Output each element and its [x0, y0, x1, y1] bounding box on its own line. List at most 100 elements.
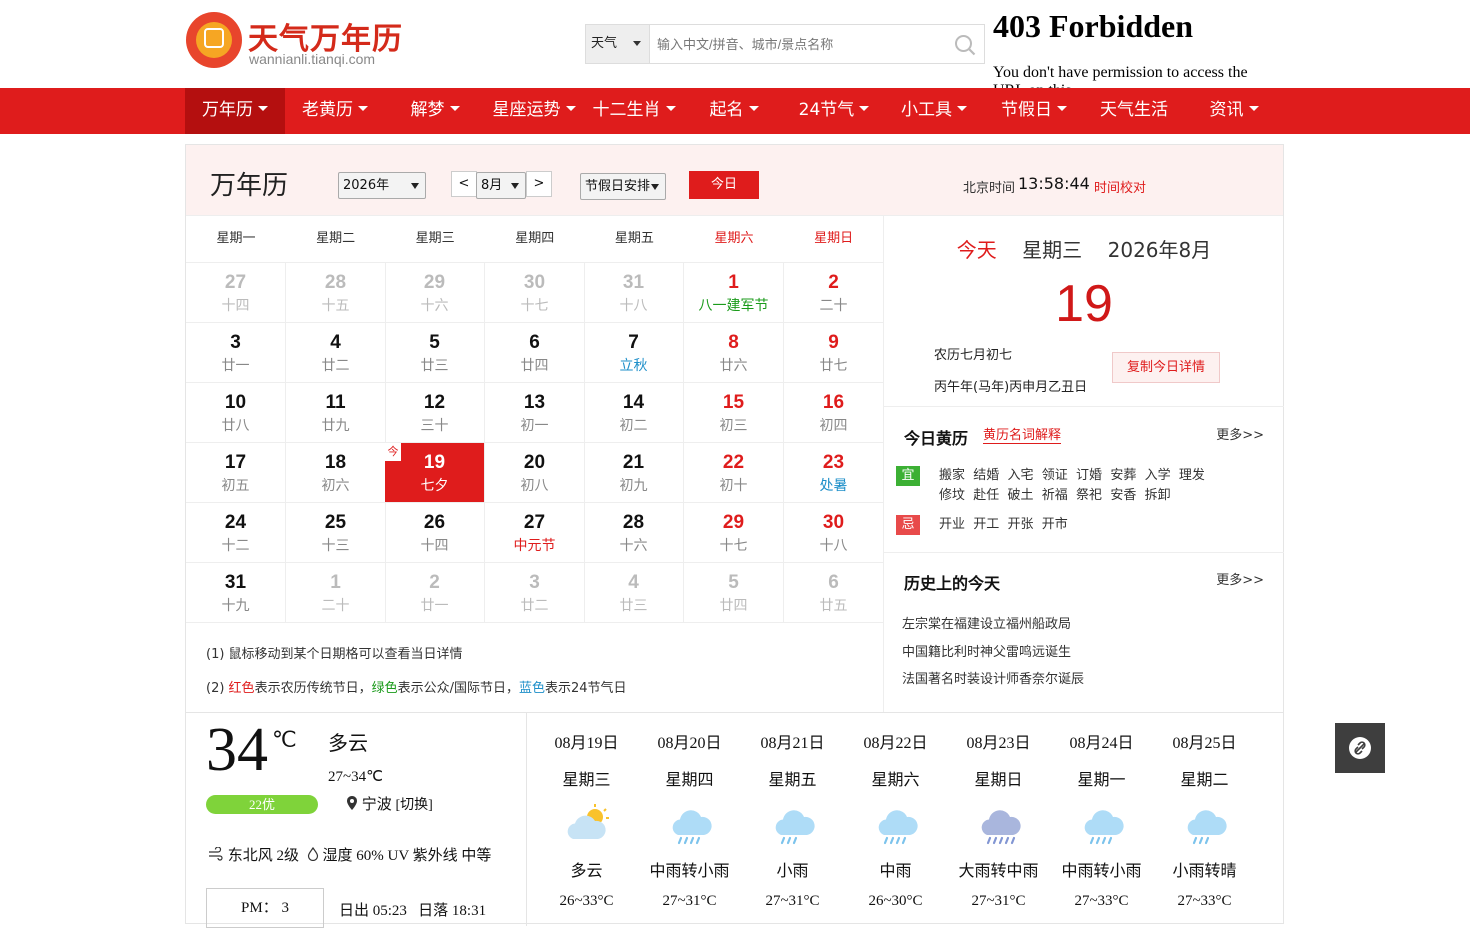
holiday-select[interactable]: 节假日安排: [580, 173, 666, 200]
prev-month-button[interactable]: <: [451, 171, 477, 197]
day-number: 28: [622, 512, 645, 533]
history-item[interactable]: 中国籍比利时神父雷鸣远诞生: [902, 641, 1071, 660]
calendar-day[interactable]: 30 十七: [485, 262, 585, 322]
nav-item[interactable]: 星座运势: [484, 88, 584, 134]
lunar-day: 十七: [520, 298, 549, 314]
huangli-more-link[interactable]: 更多>>: [1216, 424, 1264, 443]
calendar-day[interactable]: 26 十四: [385, 502, 485, 562]
day-number: 1: [330, 572, 341, 593]
calendar-day[interactable]: 4 廿二: [286, 322, 386, 382]
calendar-day[interactable]: 8 廿六: [684, 322, 784, 382]
day-number: 5: [728, 572, 739, 593]
search-type-select[interactable]: 天气: [586, 25, 650, 63]
calendar-day[interactable]: 27 中元节: [485, 502, 585, 562]
calendar-day[interactable]: 3 廿一: [186, 322, 286, 382]
calendar-day[interactable]: 6 廿四: [485, 322, 585, 382]
huangli-glossary-link[interactable]: 黄历名词解释: [983, 424, 1062, 444]
calendar-day[interactable]: 21 初九: [584, 442, 684, 502]
current-condition: 多云: [328, 733, 368, 755]
search-input[interactable]: [650, 25, 950, 63]
calendar-day[interactable]: 23 处暑: [784, 442, 884, 502]
calendar-day[interactable]: 11 廿九: [286, 382, 386, 442]
calendar-day[interactable]: 31 十八: [584, 262, 684, 322]
month-select[interactable]: 8月: [476, 172, 526, 199]
lunar-day: 初三: [719, 418, 748, 434]
today-marker: 今: [385, 443, 401, 461]
lunar-day: 十四: [420, 538, 449, 554]
search-bar: 天气: [585, 24, 985, 64]
logo-badge-icon: [186, 12, 242, 68]
switch-city-link[interactable]: [切换]: [396, 798, 433, 813]
calendar-day[interactable]: 14 初二: [584, 382, 684, 442]
history-item[interactable]: 左宗棠在福建设立福州船政局: [902, 613, 1071, 632]
calendar-day[interactable]: 5 廿四: [684, 562, 784, 622]
calendar-day[interactable]: 15 初三: [684, 382, 784, 442]
nav-item[interactable]: 解梦: [385, 88, 485, 134]
lunar-day: 十六: [619, 538, 648, 554]
calendar-day[interactable]: 1 二十: [286, 562, 386, 622]
yi-tag: 宜: [896, 466, 920, 486]
calendar-day[interactable]: 27 十四: [186, 262, 286, 322]
calendar-day[interactable]: 6 廿五: [784, 562, 884, 622]
calendar-day[interactable]: 今 19 七夕: [385, 442, 485, 502]
calendar-day[interactable]: 12 三十: [385, 382, 485, 442]
day-number: 10: [224, 392, 247, 413]
lunar-date: 农历七月初七: [934, 348, 1013, 363]
site-logo[interactable]: 天气万年历 wannianli.tianqi.com: [186, 12, 402, 70]
nav-item[interactable]: 天气生活: [1084, 88, 1184, 134]
calendar-day[interactable]: 3 廿二: [485, 562, 585, 622]
calendar-day[interactable]: 2 二十: [784, 262, 884, 322]
calendar-day[interactable]: 1 八一建军节: [684, 262, 784, 322]
copy-today-button[interactable]: 复制今日详情: [1112, 352, 1220, 383]
calendar-day[interactable]: 9 廿七: [784, 322, 884, 382]
mini-program-button[interactable]: [1335, 723, 1385, 773]
nav-item[interactable]: 万年历: [185, 88, 285, 134]
calendar-day[interactable]: 25 十三: [286, 502, 386, 562]
calendar-day[interactable]: 5 廿三: [385, 322, 485, 382]
ji-tag: 忌: [896, 515, 920, 535]
calendar-day[interactable]: 31 十九: [186, 562, 286, 622]
nav-item[interactable]: 24节气: [784, 88, 884, 134]
calendar-day[interactable]: 18 初六: [286, 442, 386, 502]
calendar-day[interactable]: 4 廿三: [584, 562, 684, 622]
day-number: 25: [324, 512, 347, 533]
calendar-day[interactable]: 29 十六: [385, 262, 485, 322]
nav-item[interactable]: 十二生肖: [584, 88, 684, 134]
day-number: 15: [722, 392, 745, 413]
ji-list: 开业 开工 开张 开市: [939, 517, 1068, 532]
year-select[interactable]: 2026年: [338, 172, 426, 199]
day-number: 1: [728, 272, 739, 293]
calendar-day[interactable]: 20 初八: [485, 442, 585, 502]
calendar-day[interactable]: 29 十七: [684, 502, 784, 562]
day-number: 27: [523, 512, 546, 533]
next-month-button[interactable]: >: [526, 171, 552, 197]
calendar-day[interactable]: 24 十二: [186, 502, 286, 562]
calendar-day[interactable]: 30 十八: [784, 502, 884, 562]
calendar-day[interactable]: 16 初四: [784, 382, 884, 442]
calendar-day[interactable]: 22 初十: [684, 442, 784, 502]
nav-item[interactable]: 资讯: [1184, 88, 1284, 134]
calendar-day[interactable]: 10 廿八: [186, 382, 286, 442]
history-item[interactable]: 法国著名时装设计师香奈尔诞辰: [902, 668, 1084, 687]
weather-details: 东北风 2级 湿度 60% UV 紫外线 中等: [208, 844, 491, 865]
search-icon[interactable]: [954, 34, 976, 56]
lunar-day: 初九: [619, 478, 648, 494]
calendar-day[interactable]: 28 十五: [286, 262, 386, 322]
current-weather: 34 ℃ 多云 27~34℃ 22优 宁波 [切换] 东北风 2级 湿度 60%…: [186, 713, 527, 928]
history-more-link[interactable]: 更多>>: [1216, 569, 1264, 588]
today-button[interactable]: 今日: [689, 171, 759, 199]
light-rain-icon: [775, 810, 815, 845]
day-number: 16: [822, 392, 845, 413]
caret-down-icon: [358, 106, 368, 111]
forecast-day: 08月19日 星期三 多云 26~33°C: [535, 713, 638, 926]
calendar-day[interactable]: 2 廿一: [385, 562, 485, 622]
calendar-day[interactable]: 28 十六: [584, 502, 684, 562]
time-sync-link[interactable]: 时间校对: [1094, 177, 1146, 196]
nav-item[interactable]: 起名: [684, 88, 784, 134]
nav-item[interactable]: 小工具: [884, 88, 984, 134]
calendar-day[interactable]: 13 初一: [485, 382, 585, 442]
calendar-day[interactable]: 7 立秋: [584, 322, 684, 382]
nav-item[interactable]: 老黄历: [285, 88, 385, 134]
calendar-day[interactable]: 17 初五: [186, 442, 286, 502]
nav-item[interactable]: 节假日: [984, 88, 1084, 134]
